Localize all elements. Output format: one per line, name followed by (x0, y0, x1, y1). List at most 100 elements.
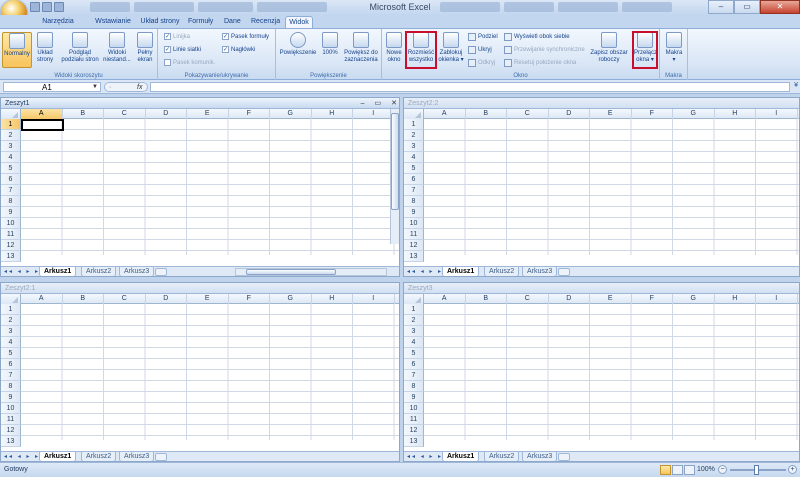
tab-widok[interactable]: Widok (285, 16, 313, 28)
workbook-window-zeszyt1[interactable]: Zeszyt1– ▭ ✕ A B C D E F G H I 1 2 3 4 5 6 7 8 9 10 11 12 13 ◂◂ ◂… (0, 97, 400, 277)
sheet-grid[interactable]: A B C D E F G H I 1 2 3 4 5 6 7 8 9 10 11 12 13 (1, 294, 399, 447)
row-header[interactable]: 11 (404, 414, 424, 425)
column-header[interactable]: C (507, 109, 549, 119)
zoom-level[interactable]: 100% (697, 466, 715, 473)
column-header[interactable]: B (63, 294, 104, 304)
row-header[interactable]: 4 (1, 152, 21, 163)
cells-area[interactable] (21, 304, 399, 440)
row-header[interactable]: 2 (404, 315, 424, 326)
sheet-tab[interactable]: Arkusz2 (484, 452, 520, 461)
row-header[interactable]: 3 (1, 326, 21, 337)
insert-sheet-icon[interactable] (155, 453, 167, 461)
column-header[interactable]: A (424, 294, 466, 304)
horizontal-scroll-thumb[interactable] (246, 269, 336, 275)
custom-views-button[interactable]: Widoki niestand... (102, 32, 132, 64)
pane-minimize-button[interactable]: – (361, 98, 365, 109)
row-header[interactable]: 9 (1, 392, 21, 403)
tab-narzedzia[interactable]: Narzędzia główne (32, 16, 84, 37)
cells-area[interactable] (424, 304, 799, 440)
column-header[interactable]: F (632, 294, 673, 304)
row-header[interactable]: 1 (1, 304, 21, 315)
row-header[interactable]: 12 (404, 240, 424, 251)
pane-title-bar[interactable]: Zeszyt1 – ▭ ✕ (1, 98, 399, 109)
row-header[interactable]: 1 (404, 304, 424, 315)
row-header[interactable]: 13 (1, 436, 21, 447)
pane-close-button[interactable]: ✕ (391, 98, 397, 109)
row-header[interactable]: 3 (404, 141, 424, 152)
row-header[interactable]: 7 (404, 185, 424, 196)
normal-view-button[interactable]: Normalny (2, 32, 32, 68)
sheet-tab[interactable]: Arkusz1 (39, 452, 77, 461)
column-header[interactable]: B (63, 109, 104, 119)
row-header[interactable]: 5 (1, 348, 21, 359)
column-header[interactable]: G (673, 109, 715, 119)
sheet-tab[interactable]: Arkusz2 (484, 267, 520, 276)
tab-uklad-strony[interactable]: Układ strony (140, 16, 180, 28)
reset-window-button[interactable]: Resetuj położenie okna (504, 59, 576, 67)
sheet-tab[interactable]: Arkusz1 (442, 267, 480, 276)
row-header[interactable]: 13 (404, 436, 424, 447)
page-layout-button[interactable]: Układ strony (34, 32, 56, 64)
sheet-tab[interactable]: Arkusz3 (119, 452, 155, 461)
sheet-tab[interactable]: Arkusz3 (522, 267, 558, 276)
column-header[interactable]: H (312, 294, 353, 304)
sheet-tab[interactable]: Arkusz2 (81, 452, 117, 461)
row-header[interactable]: 10 (1, 218, 21, 229)
row-header[interactable]: 5 (404, 163, 424, 174)
maximize-button[interactable]: ▭ (734, 0, 760, 14)
column-header[interactable]: H (312, 109, 353, 119)
gridlines-checkbox[interactable]: ✓ Linie siatki (164, 46, 201, 53)
row-header[interactable]: 6 (1, 174, 21, 185)
column-header[interactable]: E (590, 109, 632, 119)
select-all-corner[interactable] (1, 294, 21, 304)
pane-title-bar[interactable]: Zeszyt2:2 (404, 98, 799, 109)
message-bar-checkbox[interactable]: Pasek komunik. (164, 59, 215, 66)
cells-area[interactable] (424, 119, 799, 255)
row-header[interactable]: 6 (1, 359, 21, 370)
sheet-grid[interactable]: A B C D E F G H I 1 2 3 4 5 6 7 8 9 10 11 12 13 (404, 109, 799, 262)
column-header[interactable]: F (229, 109, 270, 119)
sheet-grid[interactable]: A B C D E F G H I 1 2 3 4 5 6 7 8 9 10 11 12 13 (404, 294, 799, 447)
freeze-panes-button[interactable]: Zablokuj okienka ▾ (438, 32, 464, 64)
active-cell[interactable] (21, 119, 64, 131)
insert-sheet-icon[interactable] (155, 268, 167, 276)
column-header[interactable]: G (270, 109, 312, 119)
row-header[interactable]: 10 (404, 218, 424, 229)
row-header[interactable]: 11 (404, 229, 424, 240)
row-header[interactable]: 6 (404, 174, 424, 185)
row-header[interactable]: 13 (404, 251, 424, 262)
row-header[interactable]: 11 (1, 229, 21, 240)
normal-view-status-icon[interactable] (660, 465, 671, 475)
insert-sheet-icon[interactable] (558, 268, 570, 276)
unhide-button[interactable]: Odkryj (468, 59, 495, 67)
pane-title-bar[interactable]: Zeszyt3 (404, 283, 799, 294)
column-header[interactable]: F (229, 294, 270, 304)
sheet-tab[interactable]: Arkusz3 (119, 267, 155, 276)
row-header[interactable]: 4 (404, 152, 424, 163)
row-header[interactable]: 8 (1, 196, 21, 207)
pane-restore-button[interactable]: ▭ (375, 98, 382, 109)
column-header[interactable]: I (353, 109, 395, 119)
row-header[interactable]: 3 (1, 141, 21, 152)
column-header[interactable]: G (270, 294, 312, 304)
column-header[interactable]: G (673, 294, 715, 304)
row-header[interactable]: 7 (404, 370, 424, 381)
formula-bar-checkbox[interactable]: ✓ Pasek formuły (222, 33, 269, 40)
column-header[interactable]: A (21, 109, 63, 119)
workbook-window-zeszyt3[interactable]: Zeszyt3 A B C D E F G H I 1 2 3 4 5 6 7 8 9 10 11 12 13 ◂◂ ◂ ▸ … (403, 282, 800, 462)
zoom-100-button[interactable]: 100% (320, 32, 340, 57)
row-header[interactable]: 8 (1, 381, 21, 392)
row-header[interactable]: 7 (1, 370, 21, 381)
row-header[interactable]: 9 (1, 207, 21, 218)
row-header[interactable]: 12 (1, 240, 21, 251)
sync-scroll-button[interactable]: Przewijanie synchroniczne (504, 46, 585, 54)
column-header[interactable]: B (466, 109, 507, 119)
insert-sheet-icon[interactable] (558, 453, 570, 461)
zoom-button[interactable]: Powiększenie (278, 32, 318, 57)
side-by-side-button[interactable]: Wyświetl obok siebie (504, 33, 570, 41)
workbook-window-zeszyt2-1[interactable]: Zeszyt2:1 A B C D E F G H I 1 2 3 4 5 6 7 8 9 10 11 12 13 ◂◂ ◂ … (0, 282, 400, 462)
row-header[interactable]: 1 (1, 119, 21, 130)
vertical-scroll-thumb[interactable] (391, 113, 399, 210)
workbook-window-zeszyt2-2[interactable]: Zeszyt2:2 A B C D E F G H I 1 2 3 4 5 6 7 8 9 10 11 12 13 ◂◂ ◂ … (403, 97, 800, 277)
zoom-in-button[interactable]: + (788, 465, 797, 474)
